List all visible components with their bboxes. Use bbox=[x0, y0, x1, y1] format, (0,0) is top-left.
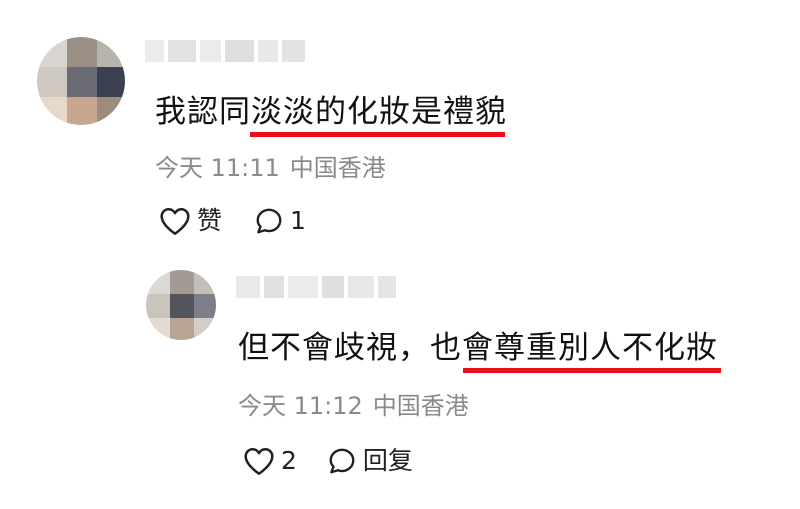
reply-button[interactable]: 回复 bbox=[327, 446, 413, 476]
reply-button[interactable]: 1 bbox=[254, 206, 306, 236]
like-count: 2 bbox=[281, 446, 297, 475]
like-label: 赞 bbox=[197, 206, 223, 235]
timestamp: 今天 11:11 bbox=[155, 154, 280, 182]
comment-item: 我認同淡淡的化妝是禮貌 今天 11:11 中国香港 赞 1 bbox=[0, 0, 800, 250]
comment-actions: 赞 1 bbox=[159, 206, 306, 236]
comment-meta: 今天 11:11 中国香港 bbox=[155, 153, 386, 183]
comment-text: 我認同淡淡的化妝是禮貌 bbox=[155, 92, 507, 132]
speech-bubble-icon bbox=[327, 446, 357, 476]
like-button[interactable]: 2 bbox=[243, 446, 297, 476]
heart-outline-icon bbox=[243, 446, 275, 476]
location: 中国香港 bbox=[372, 392, 469, 420]
comment-actions: 2 回复 bbox=[243, 446, 413, 476]
comment-meta: 今天 11:12 中国香港 bbox=[238, 391, 469, 421]
comment-text-plain: 但不會歧視，也 bbox=[238, 330, 462, 366]
comment-text: 但不會歧視，也會尊重別人不化妝 bbox=[238, 328, 718, 368]
timestamp: 今天 11:12 bbox=[238, 392, 363, 420]
speech-bubble-icon bbox=[254, 206, 284, 236]
reply-item: 但不會歧視，也會尊重別人不化妝 今天 11:12 中国香港 2 回复 bbox=[0, 250, 800, 509]
location: 中国香港 bbox=[289, 154, 386, 182]
comment-text-highlighted: 淡淡的化妝是禮貌 bbox=[251, 94, 507, 130]
highlight-underline bbox=[250, 132, 505, 137]
reply-count: 1 bbox=[290, 206, 306, 235]
heart-outline-icon bbox=[159, 206, 191, 236]
username-redacted[interactable] bbox=[236, 276, 396, 298]
comment-text-plain: 我認同 bbox=[155, 94, 251, 130]
avatar[interactable] bbox=[146, 270, 216, 340]
reply-label: 回复 bbox=[362, 446, 413, 475]
like-button[interactable]: 赞 bbox=[159, 206, 222, 236]
username-redacted[interactable] bbox=[145, 40, 305, 62]
highlight-underline bbox=[463, 368, 721, 373]
comment-text-highlighted: 會尊重別人不化妝 bbox=[462, 330, 718, 366]
avatar[interactable] bbox=[37, 37, 125, 125]
